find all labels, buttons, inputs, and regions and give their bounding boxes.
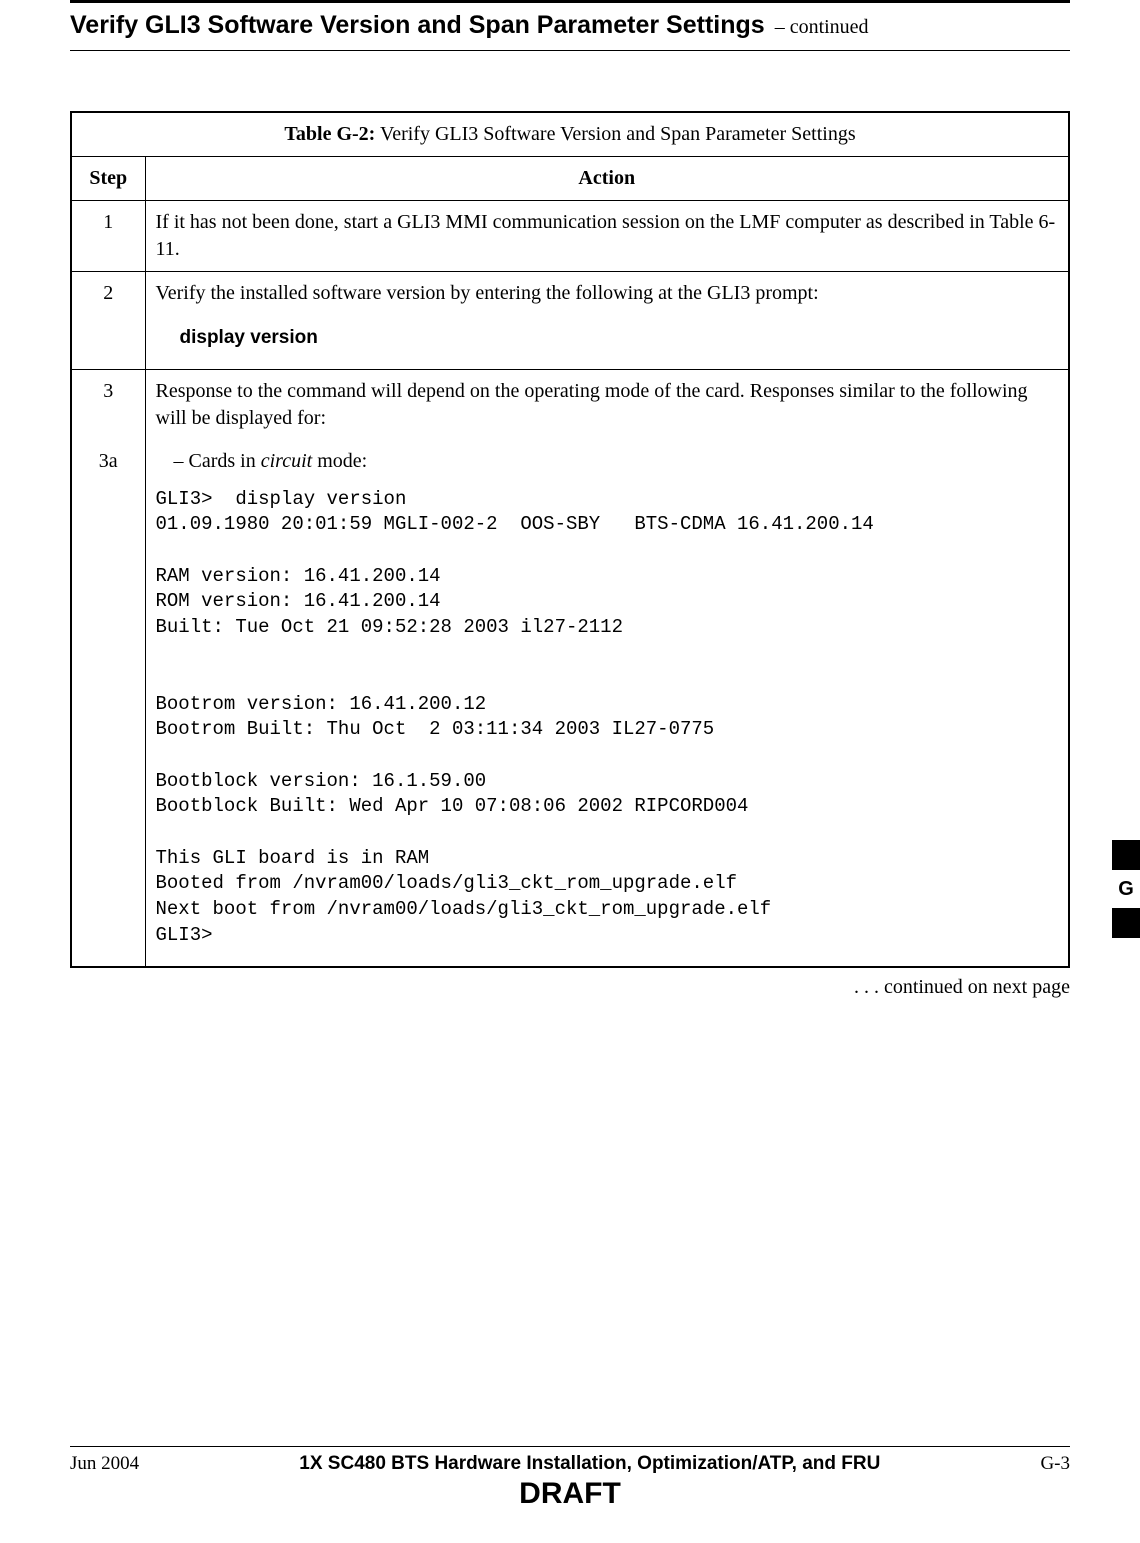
- step-number: 3a: [71, 440, 145, 968]
- step-number: 1: [71, 201, 145, 272]
- continued-note: . . . continued on next page: [70, 976, 1070, 999]
- col-header-action: Action: [145, 157, 1069, 201]
- action-cell: Response to the command will depend on t…: [145, 369, 1069, 440]
- footer-date: Jun 2004: [70, 1453, 139, 1475]
- page-title: Verify GLI3 Software Version and Span Pa…: [70, 11, 765, 40]
- footer-page-number: G-3: [1040, 1453, 1070, 1475]
- page-title-continued: – continued: [775, 16, 869, 39]
- page-footer: Jun 2004 1X SC480 BTS Hardware Installat…: [70, 1446, 1070, 1511]
- header-rule-bottom: [70, 50, 1070, 51]
- side-tab-block: [1112, 840, 1140, 870]
- terminal-output: GLI3> display version 01.09.1980 20:01:5…: [156, 487, 1059, 949]
- action-cell: – Cards in circuit mode: GLI3> display v…: [145, 440, 1069, 968]
- footer-draft: DRAFT: [70, 1477, 1070, 1511]
- table-row: 1 If it has not been done, start a GLI3 …: [71, 201, 1069, 272]
- intro-suffix: mode:: [312, 450, 367, 472]
- footer-rule: [70, 1446, 1070, 1447]
- step-number: 3: [71, 369, 145, 440]
- side-tab-label: G: [1112, 876, 1140, 902]
- table-caption-row: Table G-2: Verify GLI3 Software Version …: [71, 112, 1069, 157]
- command-text: display version: [180, 325, 1059, 351]
- subrow-intro: – Cards in circuit mode:: [174, 448, 1059, 475]
- procedure-table: Table G-2: Verify GLI3 Software Version …: [70, 111, 1070, 968]
- intro-prefix: – Cards in: [174, 450, 261, 472]
- table-row: 2 Verify the installed software version …: [71, 272, 1069, 370]
- header-rule-top: [70, 0, 1070, 3]
- action-cell: If it has not been done, start a GLI3 MM…: [145, 201, 1069, 272]
- action-intro: Verify the installed software version by…: [156, 280, 1059, 307]
- side-tab: G: [1112, 840, 1140, 944]
- table-caption-text: Verify GLI3 Software Version and Span Pa…: [375, 123, 855, 145]
- step-number: 2: [71, 272, 145, 370]
- side-tab-block: [1112, 908, 1140, 938]
- intro-italic: circuit: [261, 450, 312, 472]
- table-header-row: Step Action: [71, 157, 1069, 201]
- footer-title: 1X SC480 BTS Hardware Installation, Opti…: [139, 1453, 1040, 1475]
- table-row: 3 Response to the command will depend on…: [71, 369, 1069, 440]
- col-header-step: Step: [71, 157, 145, 201]
- footer-row: Jun 2004 1X SC480 BTS Hardware Installat…: [70, 1453, 1070, 1475]
- page-title-row: Verify GLI3 Software Version and Span Pa…: [70, 11, 1070, 40]
- table-caption-label: Table G-2:: [284, 123, 375, 145]
- table-row: 3a – Cards in circuit mode: GLI3> displa…: [71, 440, 1069, 968]
- action-cell: Verify the installed software version by…: [145, 272, 1069, 370]
